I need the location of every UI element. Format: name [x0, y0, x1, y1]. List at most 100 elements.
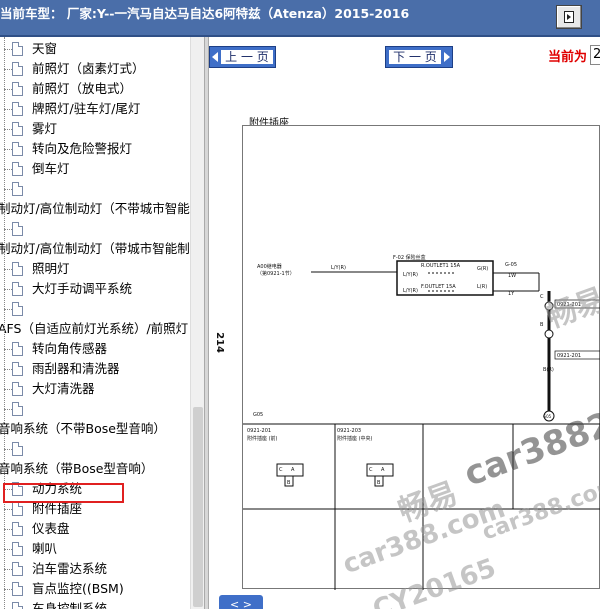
window-titlebar: 当前车型： 厂家:Y--一汽马自达马自达6阿特兹（Atenza）2015-201…: [0, 0, 600, 37]
sidebar-scrollbar[interactable]: [190, 37, 204, 609]
tree-item[interactable]: [0, 299, 190, 319]
tree-item[interactable]: 雨刮器和清洗器: [0, 359, 190, 379]
next-page-label: 下 一 页: [389, 50, 441, 64]
tree-item[interactable]: [0, 439, 190, 459]
tree-item[interactable]: 喇叭: [0, 539, 190, 559]
tree-item-label: 制动灯/高位制动灯（不带城市智能: [0, 201, 190, 216]
tree-connector: [4, 509, 12, 510]
tree-item[interactable]: 牌照灯/驻车灯/尾灯: [0, 99, 190, 119]
g05-a-label: 1W: [508, 273, 516, 279]
wire-bottom-right-label: L(R): [477, 284, 487, 290]
wire-top-right-label: G(R): [477, 266, 488, 272]
tree-connector: [4, 409, 12, 410]
tree-connector: [4, 389, 12, 390]
tree-item-label: 牌照灯/驻车灯/尾灯: [32, 101, 141, 116]
tree-item-label: 前照灯（放电式）: [32, 81, 133, 96]
tree-connector: [4, 569, 12, 570]
document-icon: [12, 362, 23, 376]
tree-item[interactable]: 前照灯（放电式）: [0, 79, 190, 99]
tree-connector: [4, 49, 12, 50]
bottom-nav-button[interactable]: < >: [219, 595, 263, 609]
document-icon: [12, 342, 23, 356]
tree-item[interactable]: 大灯清洗器: [0, 379, 190, 399]
tree-item-label: 转向角传感器: [32, 341, 108, 356]
tree-connector: [4, 549, 12, 550]
connector-d-label: B: [540, 322, 544, 328]
wire-top-left-label: L/Y(R): [403, 272, 418, 278]
tree-item[interactable]: [0, 179, 190, 199]
document-icon: [12, 442, 23, 456]
tree-item[interactable]: 转向及危险警报灯: [0, 139, 190, 159]
document-icon: [12, 82, 23, 96]
tree-connector: [4, 189, 12, 190]
tree-item-label: 转向及危险警报灯: [32, 141, 133, 156]
tree-connector: [4, 169, 12, 170]
tree-item-label: 制动灯/高位制动灯（带城市智能制: [0, 241, 190, 256]
prev-page-button[interactable]: 上 一 页: [209, 46, 276, 68]
connector-symbol-1: C A B: [276, 463, 304, 487]
relay-sublabel: （第0921-1节）: [257, 270, 295, 277]
tree-item[interactable]: 音响系统（带Bose型音响）: [0, 459, 190, 479]
tree-connector: [4, 229, 12, 230]
wire-label-left: L/Y(R): [331, 265, 346, 271]
tree-item[interactable]: 倒车灯: [0, 159, 190, 179]
document-icon: [12, 542, 23, 556]
connector2-pin-c: C: [369, 467, 373, 473]
box2-name: 附件插座 (中央): [337, 435, 373, 442]
tree-item[interactable]: 仪表盘: [0, 519, 190, 539]
window-title: 当前车型： 厂家:Y--一汽马自达马自达6阿特兹（Atenza）2015-201…: [0, 6, 410, 21]
toggle-panel-icon: [564, 11, 574, 23]
tree-item[interactable]: 照明灯: [0, 259, 190, 279]
tree-item[interactable]: 制动灯/高位制动灯（不带城市智能: [0, 199, 190, 219]
g05-b-label: 1Y: [508, 291, 515, 297]
tree-item[interactable]: AFS（自适应前灯光系统）/前照灯: [0, 319, 190, 339]
tree-item-label: 大灯手动调平系统: [32, 281, 133, 296]
document-viewer: 上 一 页 下 一 页 当前为 2 附件插座 214 A00继电器 （第0921…: [209, 37, 600, 609]
connector-symbol-2: C A B: [366, 463, 394, 487]
tree-item[interactable]: 大灯手动调平系统: [0, 279, 190, 299]
document-icon: [12, 382, 23, 396]
tree-item-label: 大灯清洗器: [32, 381, 95, 396]
tree-item[interactable]: [0, 399, 190, 419]
fuse-block-label: F-02 保险丝盒: [393, 254, 426, 261]
document-icon: [12, 562, 23, 576]
sidebar-scrollbar-thumb[interactable]: [193, 407, 203, 607]
tree-connector: [4, 269, 12, 270]
document-icon: [12, 182, 23, 196]
document-icon: [12, 62, 23, 76]
tree-vertical-line: [4, 37, 5, 609]
tree-item[interactable]: 天窗: [0, 39, 190, 59]
tree-item[interactable]: 车身控制系统: [0, 599, 190, 609]
current-page-input[interactable]: 2: [590, 45, 600, 65]
tree-item-label: 雾灯: [32, 121, 58, 136]
tree-item-label: 喇叭: [32, 541, 58, 556]
tree-item[interactable]: 制动灯/高位制动灯（带城市智能制: [0, 239, 190, 259]
tree-item[interactable]: 雾灯: [0, 119, 190, 139]
tree-item[interactable]: 前照灯（卤素灯式）: [0, 59, 190, 79]
tree-item[interactable]: [0, 219, 190, 239]
document-icon: [12, 602, 23, 609]
prev-page-label: 上 一 页: [221, 50, 273, 64]
tree-connector: [4, 69, 12, 70]
selection-highlight: [3, 483, 124, 503]
tree-item[interactable]: 泊车雷达系统: [0, 559, 190, 579]
document-icon: [12, 142, 23, 156]
document-icon: [12, 502, 23, 516]
tree-item-label: 盲点监控((BSM): [32, 581, 124, 596]
tree-item[interactable]: 盲点监控((BSM): [0, 579, 190, 599]
document-icon: [12, 522, 23, 536]
ground-label: G05: [543, 414, 552, 419]
document-icon: [12, 122, 23, 136]
current-page-label: 当前为: [548, 50, 588, 65]
tree-item[interactable]: 音响系统（不带Bose型音响）: [0, 419, 190, 439]
next-page-button[interactable]: 下 一 页: [385, 46, 453, 68]
document-icon: [12, 222, 23, 236]
tree-connector: [4, 349, 12, 350]
wire-bottom-left-label: L/Y(R): [403, 288, 418, 294]
ground-left-label: G05: [253, 412, 263, 418]
toggle-panel-button[interactable]: [556, 5, 582, 29]
tree-item[interactable]: 转向角传感器: [0, 339, 190, 359]
tree-connector: [4, 129, 12, 130]
relay-label: A00继电器: [257, 263, 282, 270]
tree-connector: [4, 589, 12, 590]
